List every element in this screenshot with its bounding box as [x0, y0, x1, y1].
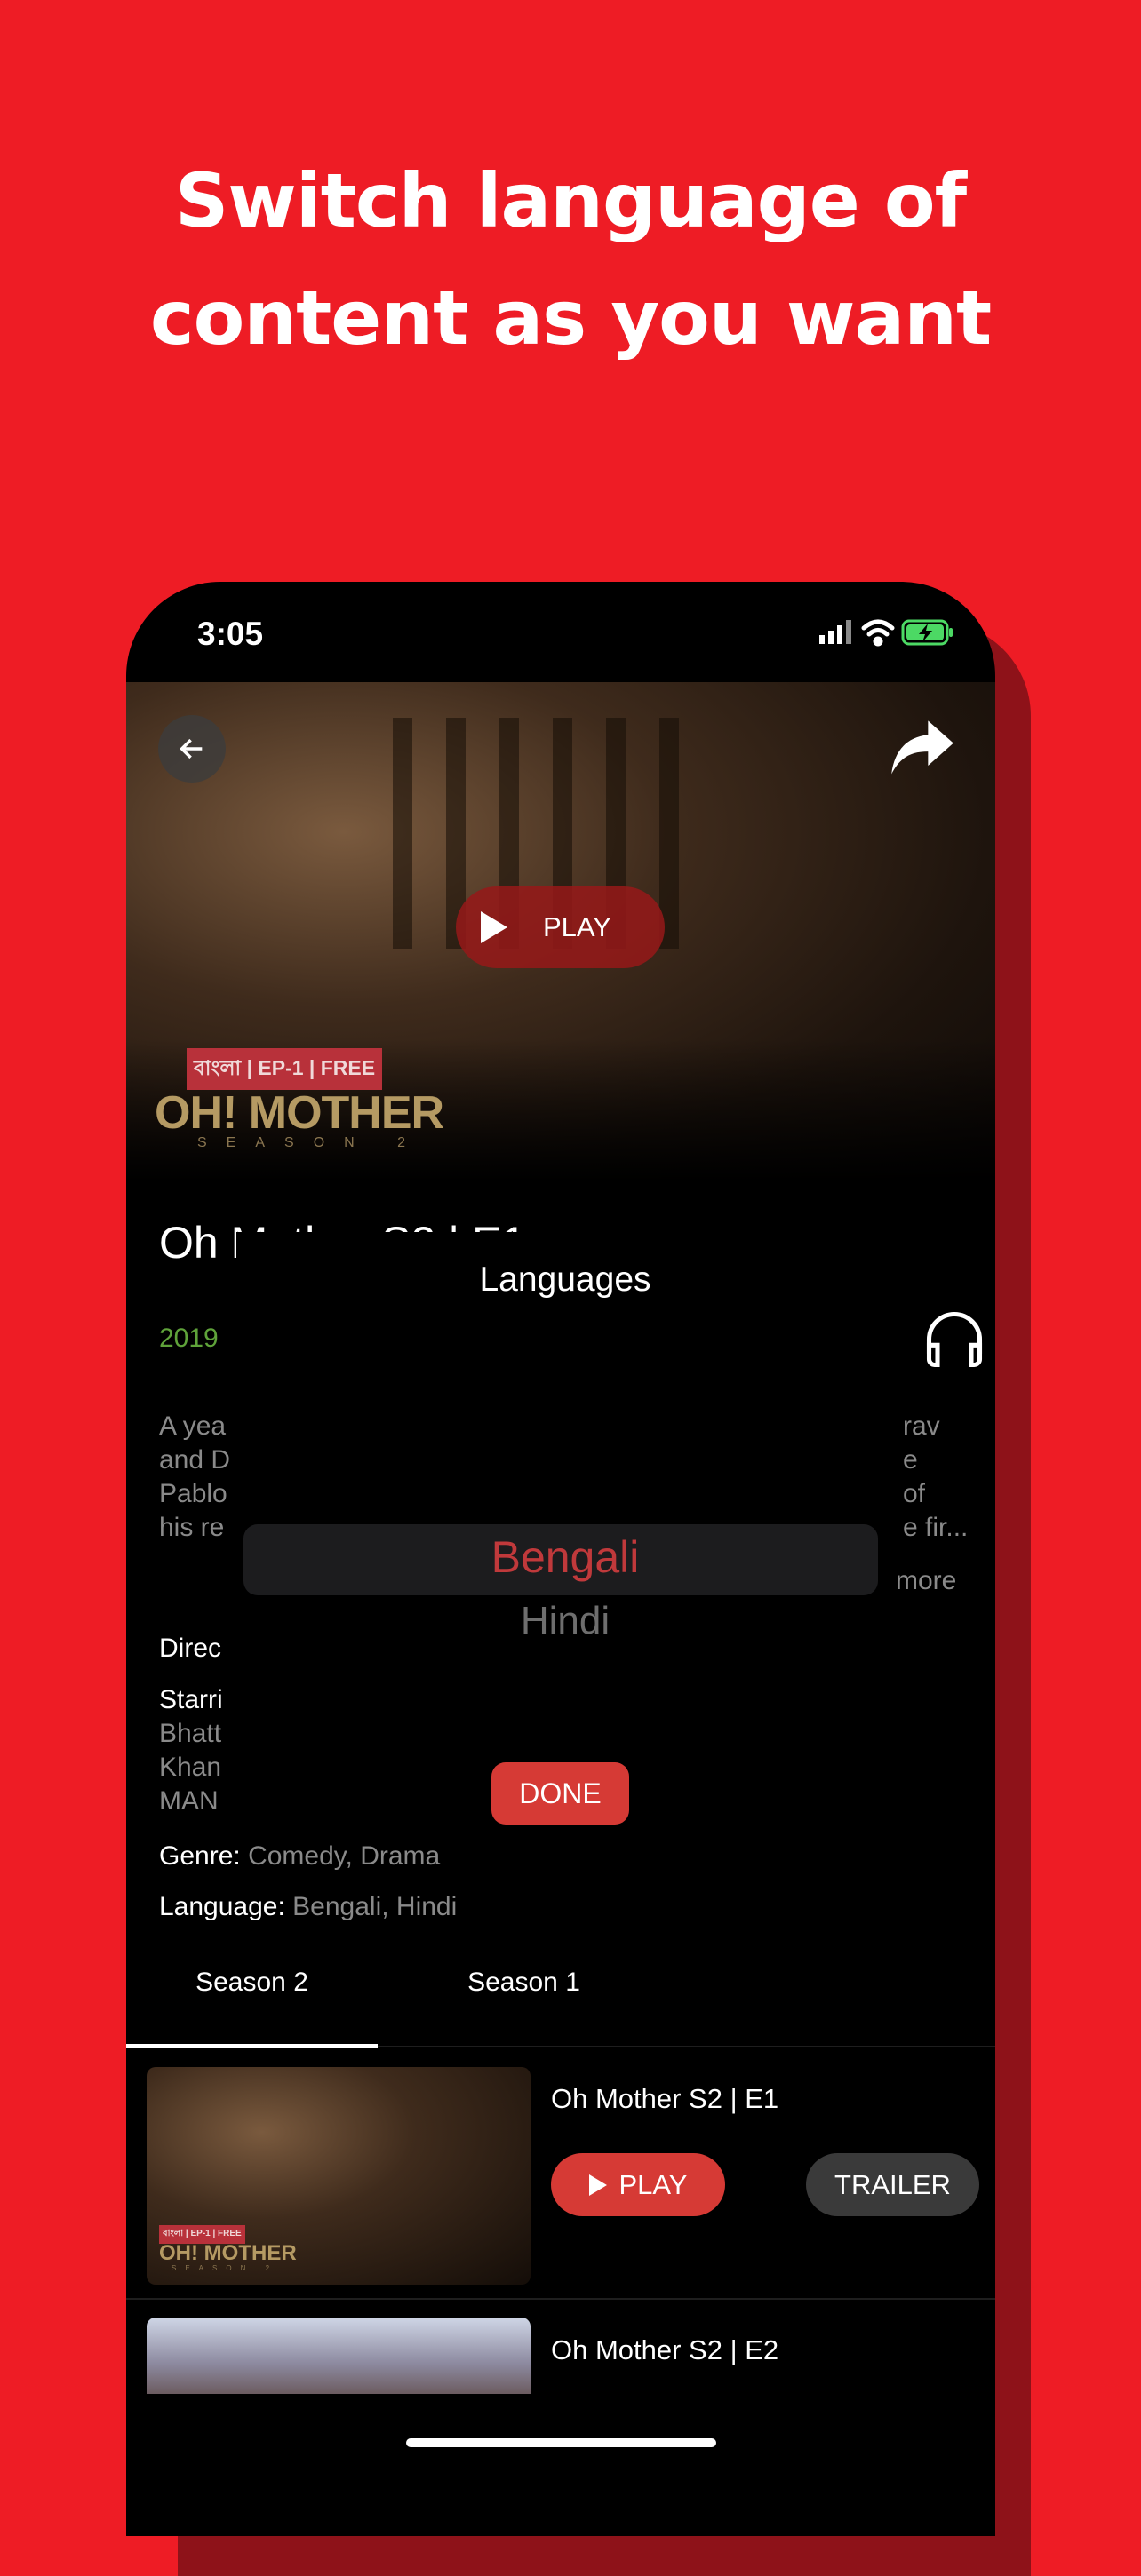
hero-image[interactable]: বাংলা | EP-1 | FREE OH! MOTHER SEASON 2 …	[126, 682, 995, 1181]
battery-icon	[901, 619, 953, 646]
poster-subtitle: SEASON 2	[197, 1135, 426, 1150]
play-label: PLAY	[543, 911, 611, 942]
poster-title: OH! MOTHER	[155, 1087, 444, 1139]
active-tab-indicator	[126, 2044, 378, 2048]
wifi-icon	[861, 619, 895, 647]
promo-headline: Switch language of content as you want	[0, 142, 1141, 377]
language-picker-modal: Languages Bengali Hindi DONE	[236, 1232, 894, 1841]
play-icon	[588, 2174, 607, 2196]
language-row: Language: Bengali, Hindi	[159, 1892, 458, 1921]
back-button[interactable]	[158, 715, 226, 783]
done-button[interactable]: DONE	[491, 1762, 629, 1825]
tab-season-1[interactable]: Season 1	[398, 1968, 650, 1998]
episode-title: Oh Mother S2 | E1	[551, 2083, 779, 2114]
episode-play-button[interactable]: PLAY	[551, 2153, 725, 2216]
trailer-button[interactable]: TRAILER	[806, 2153, 979, 2216]
phone-screen: 3:05 বাংলা | EP-1 | FREE OH! MOTHER SEAS…	[126, 582, 995, 2536]
genre-row: Genre: Comedy, Drama	[159, 1841, 441, 1871]
episode-title: Oh Mother S2 | E2	[551, 2334, 779, 2365]
more-link[interactable]: more	[896, 1566, 956, 1596]
share-icon[interactable]	[889, 718, 956, 780]
language-option-bengali[interactable]: Bengali	[236, 1531, 894, 1583]
description-right: rav e of e fir...	[903, 1411, 969, 1542]
modal-title: Languages	[479, 1260, 651, 1299]
status-icons	[819, 619, 953, 647]
episode-divider	[126, 2298, 995, 2300]
signal-icon	[819, 620, 851, 644]
episode-thumbnail[interactable]	[147, 2318, 531, 2394]
arrow-left-icon	[180, 738, 203, 759]
language-option-hindi[interactable]: Hindi	[236, 1599, 894, 1643]
status-time: 3:05	[197, 616, 264, 652]
play-button[interactable]: PLAY	[456, 886, 665, 968]
tab-season-2[interactable]: Season 2	[126, 1968, 378, 1998]
episode-thumbnail[interactable]: বাংলা | EP-1 | FREE OH! MOTHER SEASON 2	[147, 2067, 531, 2285]
headphones-icon[interactable]	[921, 1306, 988, 1373]
play-icon	[481, 911, 507, 943]
starring-right: i	[889, 1717, 924, 1751]
release-year: 2019	[159, 1324, 219, 1353]
headline-line-2: content as you want	[149, 274, 992, 362]
home-indicator[interactable]	[406, 2438, 716, 2447]
headline-line-1: Switch language of	[174, 157, 967, 244]
poster-badge: বাংলা | EP-1 | FREE	[187, 1048, 383, 1090]
